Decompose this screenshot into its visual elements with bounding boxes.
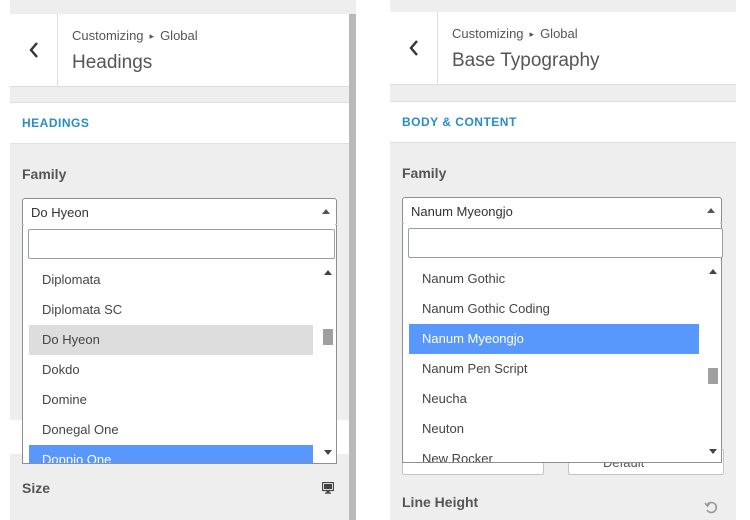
- font-option[interactable]: Diplomata SC: [29, 295, 313, 325]
- font-option[interactable]: Nanum Gothic Coding: [409, 294, 699, 324]
- font-options-list: Nanum Gothic Nanum Gothic Coding Nanum Mye…: [409, 264, 699, 462]
- font-search-input[interactable]: [28, 229, 335, 259]
- panel-header: Customizing ▸ Global Headings: [10, 14, 350, 87]
- back-button[interactable]: [390, 12, 438, 84]
- customizer-panel-base-typography: Customizing ▸ Global Base Typography BODY …: [390, 0, 736, 520]
- panel-title: Base Typography: [452, 50, 600, 71]
- section-header: BODY & CONTENT: [390, 101, 736, 143]
- scroll-up-icon[interactable]: [324, 270, 332, 275]
- section-title: BODY & CONTENT: [402, 115, 517, 129]
- monitor-icon[interactable]: [322, 482, 334, 494]
- chevron-up-icon: [707, 208, 715, 213]
- font-option[interactable]: Donegal One: [29, 415, 313, 445]
- scrollbar-thumb[interactable]: [708, 367, 718, 384]
- chevron-up-icon: [322, 209, 330, 214]
- font-options-list: Diplomata Diplomata SC Do Hyeon Dokdo Domine…: [29, 265, 313, 463]
- breadcrumb-separator-icon: ▸: [529, 29, 535, 39]
- family-label: Family: [22, 166, 67, 182]
- dropdown-scrollbar[interactable]: [321, 265, 335, 461]
- size-label: Size: [22, 480, 51, 496]
- breadcrumb-root: Customizing: [452, 26, 524, 41]
- font-option[interactable]: New Rocker: [409, 444, 699, 462]
- breadcrumb: Customizing ▸ Global: [72, 28, 198, 43]
- panel-header: Customizing ▸ Global Base Typography: [390, 12, 736, 85]
- dropdown-scrollbar[interactable]: [706, 264, 720, 460]
- font-option[interactable]: Do Hyeon: [29, 325, 313, 355]
- breadcrumb-separator-icon: ▸: [149, 31, 155, 41]
- font-option[interactable]: Nanum Myeongjo: [409, 324, 699, 354]
- back-button[interactable]: [10, 14, 58, 86]
- font-option[interactable]: Neucha: [409, 384, 699, 414]
- font-option[interactable]: Nanum Gothic: [409, 264, 699, 294]
- panel-title: Headings: [72, 52, 153, 73]
- font-option[interactable]: Neuton: [409, 414, 699, 444]
- font-option[interactable]: Nanum Pen Script: [409, 354, 699, 384]
- font-option[interactable]: Dokdo: [29, 355, 313, 385]
- font-family-dropdown: Nanum Gothic Nanum Gothic Coding Nanum Mye…: [402, 224, 723, 463]
- family-label: Family: [402, 165, 447, 181]
- section-header: HEADINGS: [10, 102, 350, 144]
- font-family-select[interactable]: Nanum Myeongjo: [402, 197, 722, 225]
- scroll-down-icon[interactable]: [324, 450, 332, 455]
- panel-scrollbar[interactable]: [349, 14, 356, 520]
- reset-icon[interactable]: [704, 500, 718, 514]
- breadcrumb-current: Global: [160, 28, 198, 43]
- font-search-input[interactable]: [408, 228, 723, 258]
- font-family-select[interactable]: Do Hyeon: [22, 198, 337, 226]
- font-family-dropdown: Diplomata Diplomata SC Do Hyeon Dokdo Domine…: [22, 225, 337, 464]
- section-title: HEADINGS: [22, 116, 90, 130]
- font-option[interactable]: Diplomata: [29, 265, 313, 295]
- breadcrumb-root: Customizing: [72, 28, 144, 43]
- font-family-selected-value: Do Hyeon: [31, 205, 89, 220]
- font-option[interactable]: Doppio One: [29, 445, 313, 463]
- breadcrumb: Customizing ▸ Global: [452, 26, 578, 41]
- font-family-selected-value: Nanum Myeongjo: [411, 204, 513, 219]
- breadcrumb-current: Global: [540, 26, 578, 41]
- font-option[interactable]: Domine: [29, 385, 313, 415]
- scroll-up-icon[interactable]: [709, 269, 717, 274]
- chevron-left-icon: [28, 42, 38, 58]
- customizer-panel-headings: Customizing ▸ Global Headings HEADINGS Fam…: [10, 0, 356, 520]
- scrollbar-thumb[interactable]: [323, 329, 333, 346]
- line-height-label: Line Height: [402, 494, 479, 510]
- chevron-left-icon: [408, 40, 418, 56]
- scroll-down-icon[interactable]: [709, 449, 717, 454]
